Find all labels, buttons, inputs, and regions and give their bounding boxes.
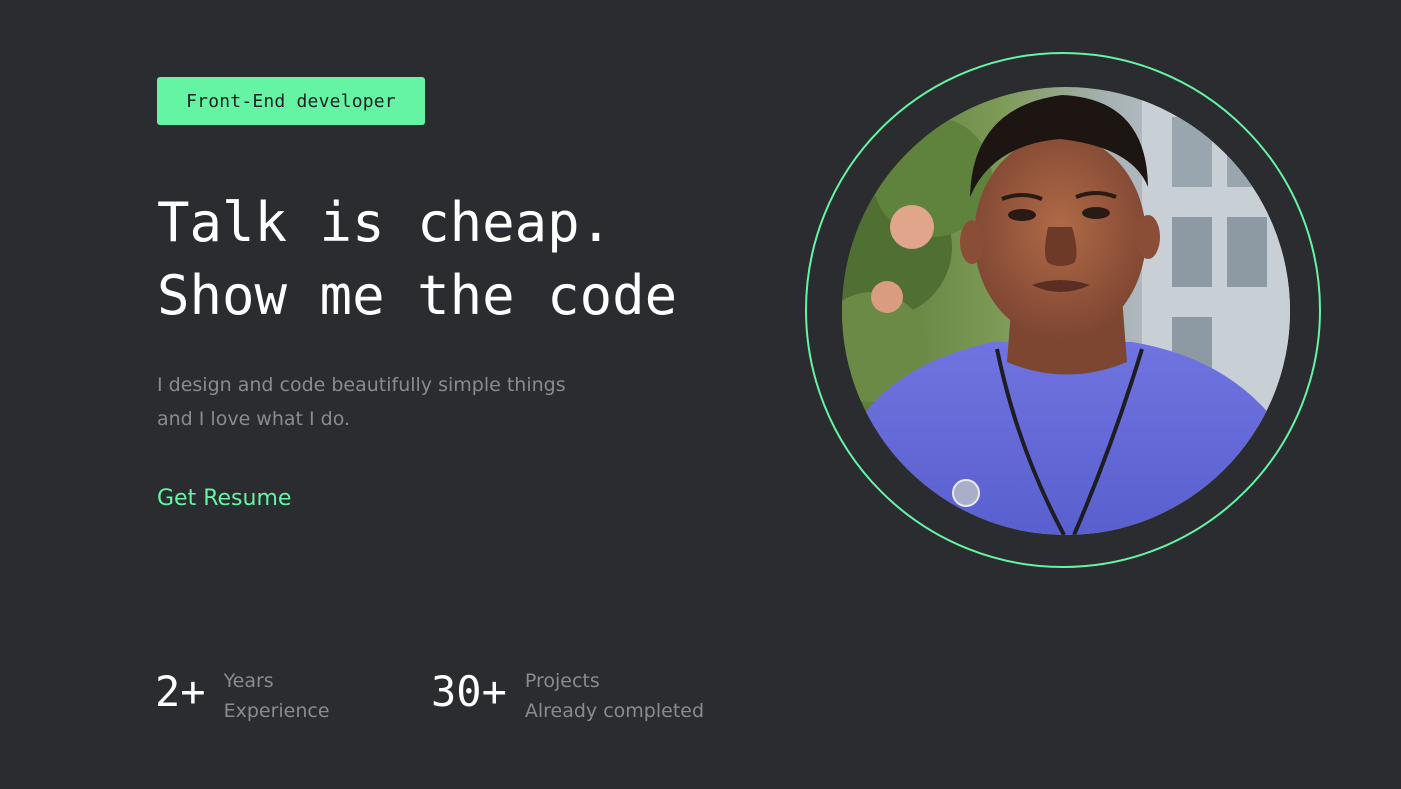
stat-caption-line-2: Experience <box>223 700 330 722</box>
headline-line-1: Talk is cheap. <box>157 191 613 254</box>
profile-photo <box>842 87 1290 535</box>
intro-line-2: and I love what I do. <box>157 408 351 430</box>
stat-number: 30+ <box>431 667 507 716</box>
stat-years-experience: 2+ Years Experience <box>155 666 330 726</box>
stat-projects-completed: 30+ Projects Already completed <box>431 666 704 726</box>
hero-section: Front-End developer Talk is cheap. Show … <box>0 0 1401 789</box>
headline: Talk is cheap. Show me the code <box>157 186 677 332</box>
stat-caption: Projects Already completed <box>525 666 704 726</box>
stat-number: 2+ <box>155 667 206 716</box>
stat-caption-line-2: Already completed <box>524 700 705 722</box>
profile-photo-illustration <box>842 87 1290 535</box>
intro-line-1: I design and code beautifully simple thi… <box>157 374 566 396</box>
stat-caption: Years Experience <box>224 666 330 726</box>
stat-caption-line-1: Years <box>223 670 274 692</box>
role-badge: Front-End developer <box>157 77 425 125</box>
headline-line-2: Show me the code <box>157 264 678 327</box>
stat-caption-line-1: Projects <box>524 670 600 692</box>
get-resume-link[interactable]: Get Resume <box>157 482 291 516</box>
intro-text: I design and code beautifully simple thi… <box>157 368 566 436</box>
